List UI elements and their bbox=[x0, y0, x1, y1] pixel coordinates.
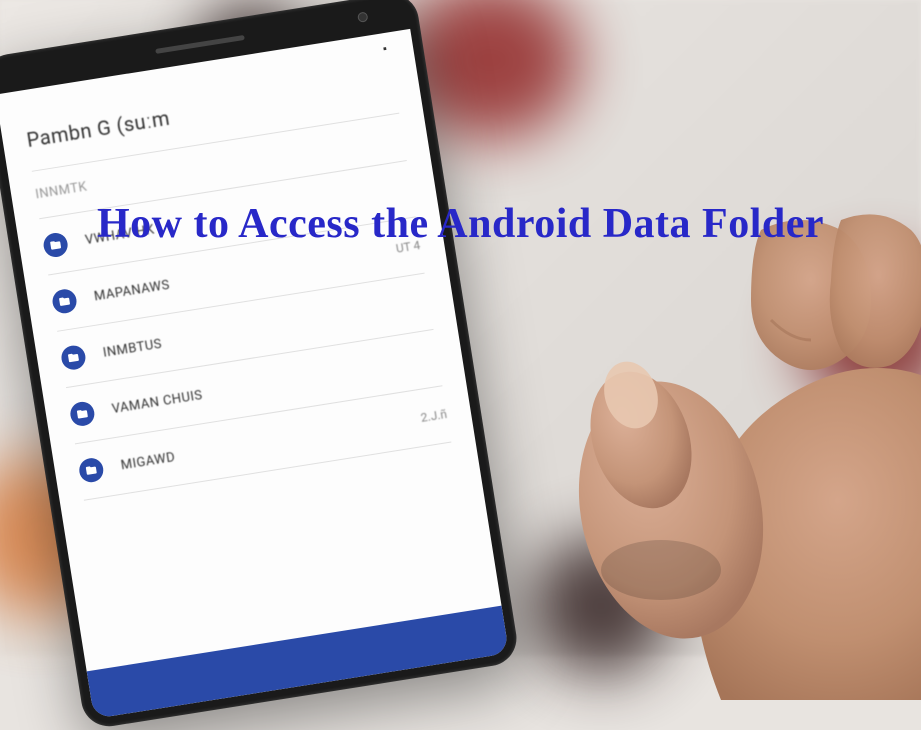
folder-icon bbox=[51, 288, 78, 315]
status-icon: ▪ bbox=[382, 41, 393, 52]
folder-list: INNMTK VWHAV HK MAPANAWS UT 4 bbox=[8, 109, 502, 672]
phone-speaker bbox=[155, 35, 245, 54]
phone-screen: ▪ Pambn G (suːm INNMTK VWHAV HK bbox=[0, 29, 509, 719]
phone-camera bbox=[357, 11, 368, 22]
folder-icon bbox=[78, 456, 105, 483]
bokeh-dot bbox=[531, 536, 671, 676]
bokeh-dot bbox=[801, 260, 921, 410]
folder-meta: 2.J.ñ bbox=[420, 407, 448, 425]
folder-icon bbox=[69, 400, 96, 427]
article-title-overlay: How to Access the Android Data Folder bbox=[0, 200, 921, 248]
folder-icon bbox=[60, 344, 87, 371]
